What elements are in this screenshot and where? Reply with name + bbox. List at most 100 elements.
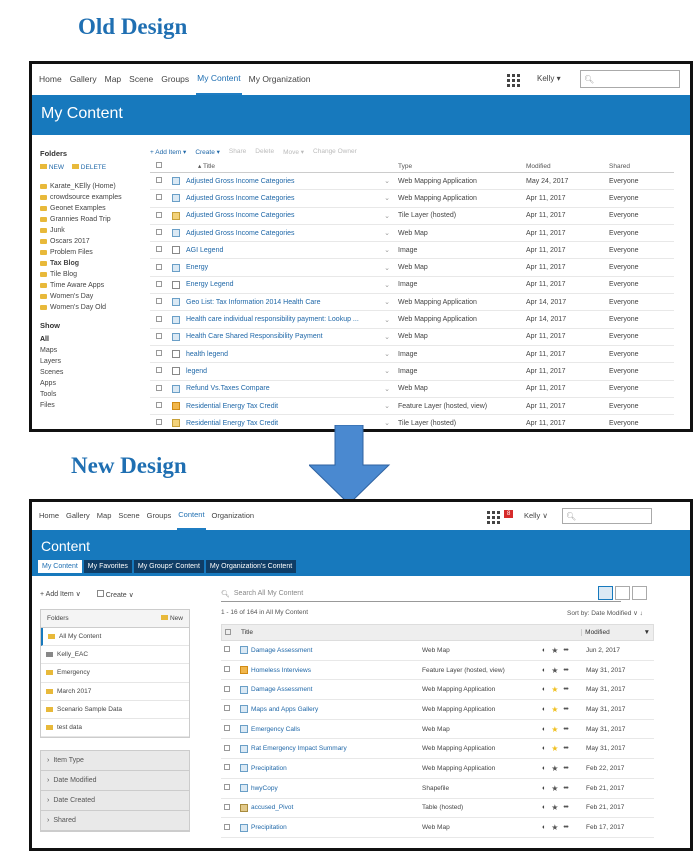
more-options-icon[interactable]: ••• bbox=[563, 686, 568, 693]
row-checkbox[interactable] bbox=[224, 744, 230, 751]
table-row[interactable]: health legend ⌄ Image Apr 11, 2017 Everyone bbox=[150, 346, 674, 364]
add-item-button[interactable]: + Add Item ∨ bbox=[40, 590, 81, 599]
grid-view-icon[interactable] bbox=[632, 586, 647, 600]
table-row[interactable]: AGI Legend ⌄ Image Apr 11, 2017 Everyone bbox=[150, 242, 674, 260]
favorite-star-icon[interactable]: ★ bbox=[551, 705, 558, 714]
row-menu-icon[interactable]: ⌄ bbox=[384, 367, 390, 375]
table-row[interactable]: Residential Energy Tax Credit ⌄ Tile Layer… bbox=[150, 415, 674, 429]
folder-item[interactable]: crowdsource examples bbox=[40, 192, 145, 203]
item-title-link[interactable]: Precipitation bbox=[251, 765, 287, 772]
sort-control[interactable]: Sort by: Date Modified ∨ ↓ bbox=[567, 609, 643, 617]
nav-item-home[interactable]: Home bbox=[38, 502, 60, 530]
row-checkbox[interactable] bbox=[224, 705, 230, 712]
table-row[interactable]: hwyCopy Shapefile ◐ ★ ••• Feb 21, 2017 bbox=[221, 779, 654, 799]
table-row[interactable]: Homeless Interviews Feature Layer (hosted… bbox=[221, 661, 654, 681]
item-title-link[interactable]: health legend bbox=[186, 351, 228, 358]
row-menu-icon[interactable]: ⌄ bbox=[384, 177, 390, 185]
show-filter-item[interactable]: Maps bbox=[40, 347, 145, 358]
table-row[interactable]: Rat Emergency Impact Summary Web Mapping … bbox=[221, 739, 654, 760]
table-row[interactable]: accused_Pivot Table (hosted) ◐ ★ ••• Feb 21, … bbox=[221, 799, 654, 819]
item-title-link[interactable]: Adjusted Gross Income Categories bbox=[186, 230, 295, 237]
nav-item-gallery[interactable]: Gallery bbox=[69, 64, 98, 95]
row-menu-icon[interactable]: ⌄ bbox=[384, 229, 390, 237]
item-title-link[interactable]: legend bbox=[186, 368, 207, 375]
table-row[interactable]: Health care individual responsibility pa… bbox=[150, 311, 674, 329]
new-folder-button[interactable]: NEW bbox=[40, 164, 64, 171]
more-options-icon[interactable]: ••• bbox=[563, 804, 568, 811]
item-title-link[interactable]: Energy Legend bbox=[186, 281, 233, 288]
more-options-icon[interactable]: ••• bbox=[563, 647, 568, 654]
table-row[interactable]: Refund Vs.Taxes Compare ⌄ Web Map Apr 11, 2… bbox=[150, 381, 674, 398]
title-column-header[interactable]: ▴ Title bbox=[170, 162, 398, 170]
row-menu-icon[interactable]: ⌄ bbox=[384, 333, 390, 341]
favorite-star-icon[interactable]: ★ bbox=[551, 685, 558, 694]
nav-item-groups[interactable]: Groups bbox=[160, 64, 190, 95]
new-folder-button[interactable]: New bbox=[161, 615, 183, 622]
row-checkbox[interactable] bbox=[224, 823, 230, 830]
table-row[interactable]: Energy Legend ⌄ Image Apr 11, 2017 Everyone bbox=[150, 277, 674, 295]
table-row[interactable]: Emergency Calls Web Map ◐ ★ ••• May 31, 2017 bbox=[221, 720, 654, 740]
content-search[interactable]: 🔍︎ Search All My Content bbox=[221, 586, 621, 602]
row-menu-icon[interactable]: ⌄ bbox=[384, 264, 390, 272]
folder-item[interactable]: Problem Files bbox=[40, 247, 145, 258]
item-title-link[interactable]: Homeless Interviews bbox=[251, 667, 311, 674]
more-options-icon[interactable]: ••• bbox=[563, 726, 568, 733]
nav-item-organization[interactable]: Organization bbox=[211, 502, 256, 530]
nav-item-my-organization[interactable]: My Organization bbox=[248, 64, 312, 95]
show-filter-item[interactable]: All bbox=[40, 336, 145, 347]
nav-item-my-content[interactable]: My Content bbox=[196, 64, 242, 95]
more-options-icon[interactable]: ••• bbox=[563, 745, 568, 752]
delete-folder-button[interactable]: DELETE bbox=[71, 164, 106, 171]
row-checkbox[interactable] bbox=[156, 246, 162, 253]
search-input[interactable]: 🔍︎ bbox=[580, 70, 680, 88]
shared-column-header[interactable]: Shared bbox=[609, 163, 630, 170]
folder-item[interactable]: Emergency bbox=[41, 664, 189, 683]
favorite-star-icon[interactable]: ★ bbox=[551, 744, 558, 753]
row-menu-icon[interactable]: ⌄ bbox=[384, 212, 390, 220]
show-filter-item[interactable]: Scenes bbox=[40, 369, 145, 380]
select-all-checkbox[interactable] bbox=[225, 628, 231, 635]
app-launcher-icon[interactable] bbox=[487, 511, 500, 524]
item-title-link[interactable]: Energy bbox=[186, 264, 208, 271]
row-checkbox[interactable] bbox=[156, 211, 162, 218]
table-row[interactable]: Precipitation Web Mapping Application ◐ ★ ••… bbox=[221, 759, 654, 779]
row-menu-icon[interactable]: ⌄ bbox=[384, 298, 390, 306]
modified-column-header[interactable]: Modified ▼ bbox=[581, 629, 653, 636]
item-title-link[interactable]: accused_Pivot bbox=[251, 804, 293, 811]
nav-item-map[interactable]: Map bbox=[104, 64, 123, 95]
row-checkbox[interactable] bbox=[156, 367, 162, 374]
favorite-star-icon[interactable]: ★ bbox=[551, 803, 558, 812]
title-column-header[interactable]: Title bbox=[238, 629, 581, 636]
row-checkbox[interactable] bbox=[156, 298, 162, 305]
search-input[interactable]: 🔍︎ bbox=[562, 508, 652, 524]
tab-my-groups-content[interactable]: My Groups' Content bbox=[133, 560, 204, 573]
item-title-link[interactable]: Damage Assessment bbox=[251, 647, 312, 654]
row-checkbox[interactable] bbox=[224, 725, 230, 732]
folder-item[interactable]: Karate_KElly (Home) bbox=[40, 181, 145, 192]
item-title-link[interactable]: Maps and Apps Gallery bbox=[251, 706, 318, 713]
app-launcher-icon[interactable] bbox=[507, 74, 520, 87]
row-menu-icon[interactable]: ⌄ bbox=[384, 246, 390, 254]
table-row[interactable]: Maps and Apps Gallery Web Mapping Applica… bbox=[221, 700, 654, 720]
nav-item-gallery[interactable]: Gallery bbox=[65, 502, 91, 530]
filter-date-created[interactable]: › Date Created bbox=[41, 791, 189, 811]
show-filter-item[interactable]: Layers bbox=[40, 358, 145, 369]
tab-my-content[interactable]: My Content bbox=[38, 560, 82, 573]
row-checkbox[interactable] bbox=[224, 646, 230, 653]
move-button[interactable]: Move ▾ bbox=[283, 148, 304, 156]
item-title-link[interactable]: Residential Energy Tax Credit bbox=[186, 420, 278, 427]
folder-item[interactable]: Kelly_EAC bbox=[41, 646, 189, 665]
add-item-button[interactable]: + Add Item ▾ bbox=[150, 148, 186, 156]
row-checkbox[interactable] bbox=[156, 350, 162, 357]
nav-item-home[interactable]: Home bbox=[38, 64, 63, 95]
show-filter-item[interactable]: Files bbox=[40, 402, 145, 413]
item-title-link[interactable]: Adjusted Gross Income Categories bbox=[186, 212, 295, 219]
row-checkbox[interactable] bbox=[156, 315, 162, 322]
nav-item-scene[interactable]: Scene bbox=[117, 502, 140, 530]
row-checkbox[interactable] bbox=[224, 685, 230, 692]
favorite-star-icon[interactable]: ★ bbox=[551, 646, 558, 655]
folder-item[interactable]: Grannies Road Trip bbox=[40, 214, 145, 225]
table-view-icon[interactable] bbox=[598, 586, 613, 600]
folder-item[interactable]: All My Content bbox=[41, 628, 189, 647]
row-checkbox[interactable] bbox=[156, 177, 162, 184]
